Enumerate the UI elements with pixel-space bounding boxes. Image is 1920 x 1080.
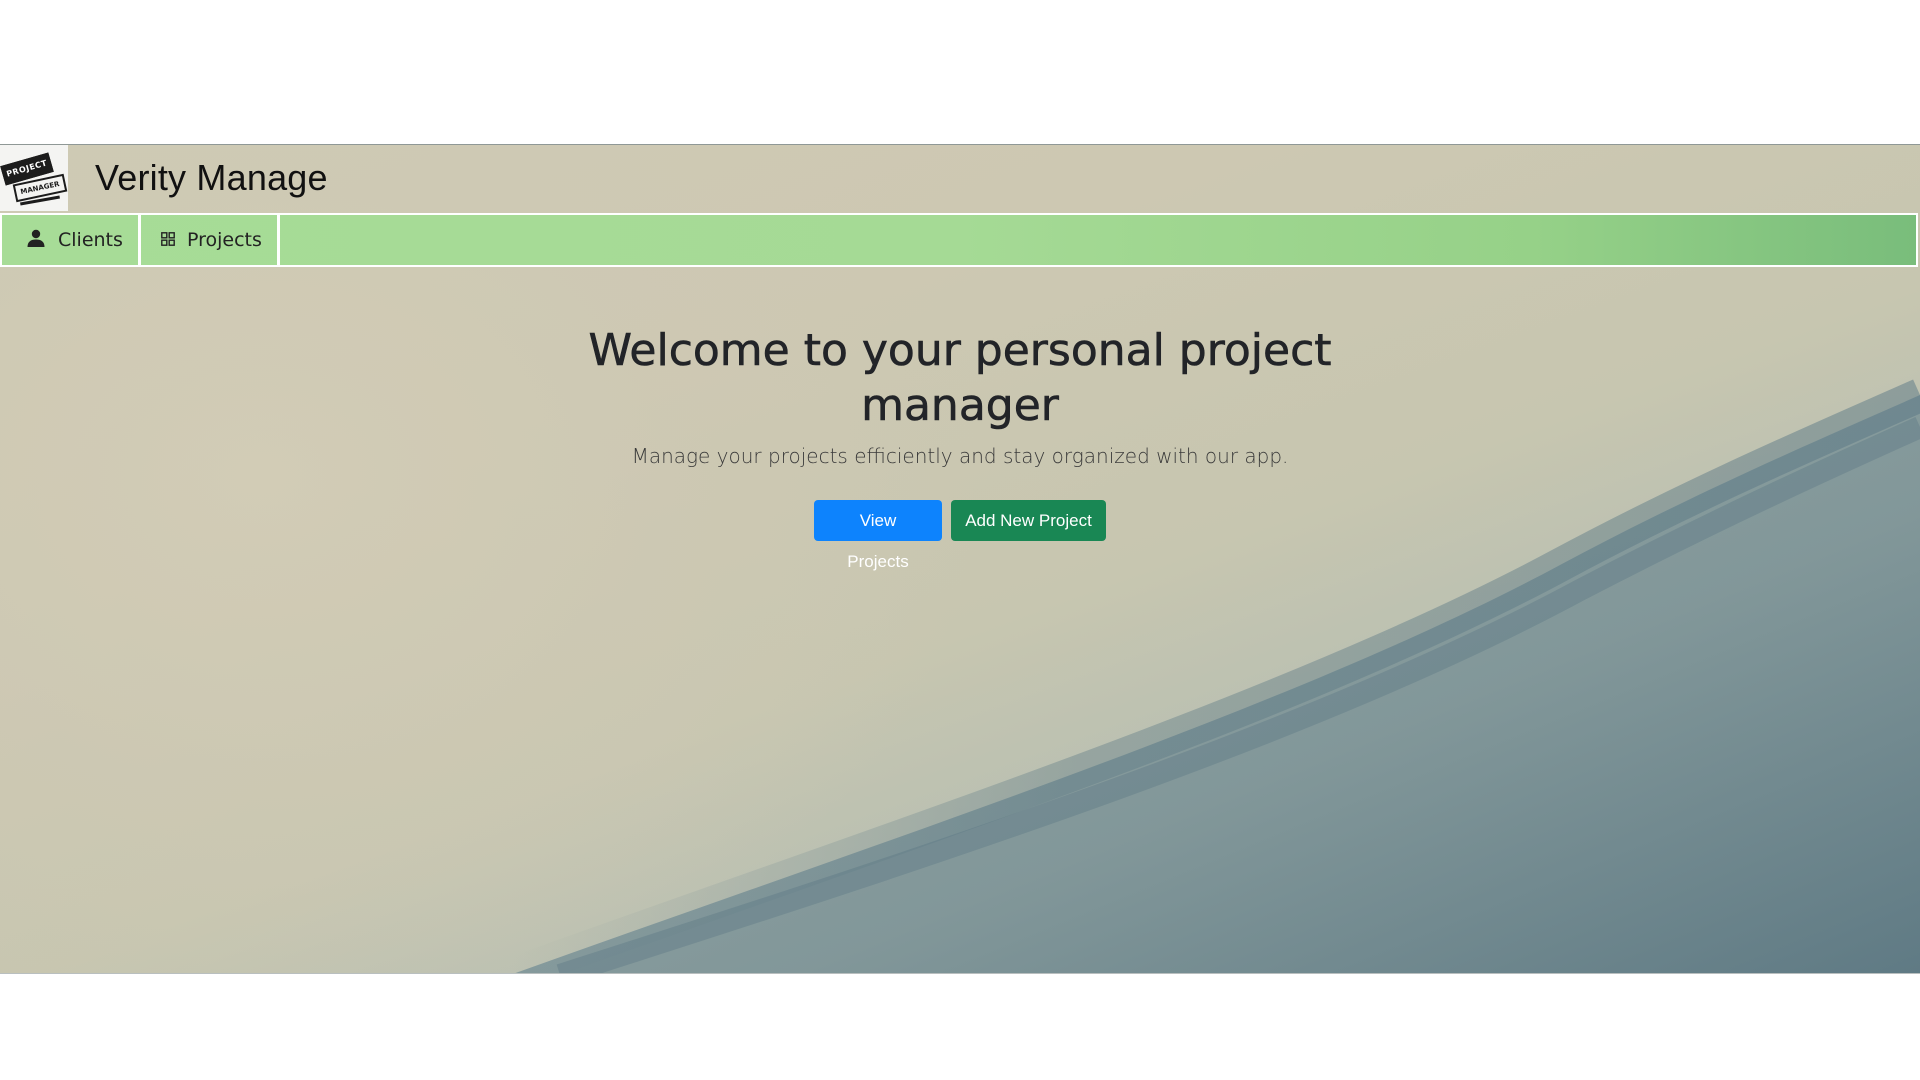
app-header: PROJECT MANAGER Verity Manage <box>0 145 1920 211</box>
nav-item-projects[interactable]: Projects <box>141 215 280 265</box>
nav-item-projects-label: Projects <box>187 229 262 251</box>
hero-subtitle: Manage your projects efficiently and sta… <box>631 444 1289 468</box>
brand-logo[interactable]: PROJECT MANAGER <box>0 145 68 211</box>
person-icon <box>26 228 46 253</box>
hero-title: Welcome to your personal project manager <box>588 325 1332 432</box>
background-curve-decoration <box>504 379 1920 973</box>
main-navbar: Clients Projects <box>0 213 1918 267</box>
nav-item-clients-label: Clients <box>58 229 123 251</box>
app-viewport: PROJECT MANAGER Verity Manage Clients Pr… <box>0 144 1920 974</box>
grid-icon <box>161 229 175 251</box>
nav-item-clients[interactable]: Clients <box>4 215 141 265</box>
view-projects-button[interactable]: View Projects <box>814 500 942 571</box>
hero-actions: View Projects Add New Project <box>560 500 1360 571</box>
hero-section: Welcome to your personal project manager… <box>560 323 1360 571</box>
add-new-project-button[interactable]: Add New Project <box>951 500 1106 541</box>
brand-title[interactable]: Verity Manage <box>95 155 328 201</box>
